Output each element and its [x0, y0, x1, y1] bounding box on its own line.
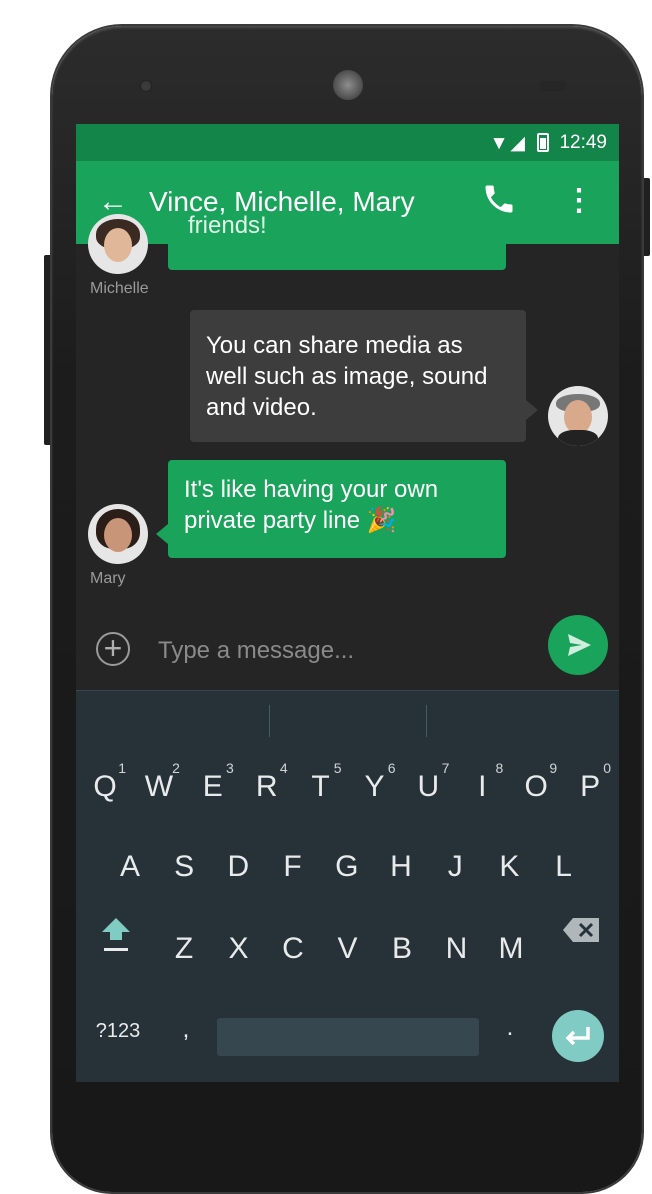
key-label: R	[255, 770, 278, 803]
volume-button	[44, 255, 52, 445]
key-label: U	[417, 770, 440, 803]
key-number-hint: 7	[441, 760, 450, 776]
key-g[interactable]: G	[323, 850, 371, 894]
key-label: P	[580, 770, 601, 803]
add-attachment-icon[interactable]: +	[96, 632, 130, 666]
key-number-hint: 8	[495, 760, 504, 776]
message-text: You can share media as well such as imag…	[206, 332, 488, 421]
key-number-hint: 2	[172, 760, 180, 776]
key-c[interactable]: C	[269, 932, 317, 976]
period-key[interactable]: .	[500, 1014, 520, 1048]
more-options-icon[interactable]: ⋮	[564, 183, 594, 218]
avatar-michelle[interactable]	[88, 214, 148, 274]
key-j[interactable]: J	[431, 850, 479, 894]
comma-key[interactable]: ,	[176, 1016, 196, 1050]
suggestion-divider	[269, 705, 270, 737]
space-bar[interactable]	[217, 1018, 479, 1056]
key-k[interactable]: K	[485, 850, 533, 894]
key-w[interactable]: W2	[134, 760, 184, 814]
key-label: O	[524, 770, 548, 803]
key-f[interactable]: F	[269, 850, 317, 894]
key-x[interactable]: X	[215, 932, 263, 976]
key-label: W	[144, 770, 174, 803]
message-bubble: It's like having your own private party …	[168, 460, 506, 558]
status-time: 12:49	[559, 132, 607, 153]
shift-indicator	[104, 948, 128, 951]
bubble-tail	[526, 400, 538, 420]
symbols-key[interactable]: ?123	[92, 1020, 144, 1054]
key-number-hint: 5	[333, 760, 342, 776]
key-number-hint: 4	[279, 760, 288, 776]
key-number-hint: 3	[226, 760, 234, 776]
message-bubble: friends!	[168, 212, 506, 270]
key-a[interactable]: A	[106, 850, 154, 894]
message-bubble: You can share media as well such as imag…	[190, 310, 526, 442]
suggestion-strip	[76, 690, 619, 749]
message-text: friends!	[188, 212, 267, 239]
key-label: I	[478, 770, 487, 803]
front-camera	[140, 80, 152, 92]
enter-key[interactable]	[552, 1010, 604, 1062]
key-number-hint: 1	[118, 760, 126, 776]
key-number-hint: 0	[603, 760, 612, 776]
avatar-mary[interactable]	[88, 504, 148, 564]
key-r[interactable]: R4	[242, 760, 292, 814]
proximity-sensor	[540, 81, 566, 91]
sender-label: Mary	[90, 570, 126, 587]
key-label: Y	[364, 770, 385, 803]
key-z[interactable]: Z	[160, 932, 208, 976]
power-button	[642, 178, 650, 256]
key-i[interactable]: I8	[457, 760, 507, 814]
enter-icon	[565, 1027, 590, 1046]
key-t[interactable]: T5	[296, 760, 346, 814]
sender-label: Michelle	[90, 280, 149, 297]
key-m[interactable]: M	[487, 932, 535, 976]
send-button[interactable]	[548, 615, 608, 675]
key-n[interactable]: N	[433, 932, 481, 976]
key-o[interactable]: O9	[511, 760, 561, 814]
key-s[interactable]: S	[160, 850, 208, 894]
earpiece-speaker	[333, 70, 363, 100]
message-input[interactable]	[156, 630, 530, 672]
phone-screen: ▼◢ 12:49 ← Vince, Michelle, Mary ⋮ Miche…	[76, 124, 619, 1082]
key-y[interactable]: Y6	[350, 760, 400, 814]
key-number-hint: 6	[387, 760, 396, 776]
status-bar: ▼◢ 12:49	[76, 124, 619, 161]
key-v[interactable]: V	[324, 932, 372, 976]
soft-keyboard: Q1W2E3R4T5Y6U7I8O9P0 ASDFGHJKL ZXCVBNM ?…	[76, 690, 619, 1082]
key-h[interactable]: H	[377, 850, 425, 894]
key-d[interactable]: D	[214, 850, 262, 894]
bubble-tail	[156, 524, 168, 544]
key-number-hint: 9	[549, 760, 558, 776]
shift-key[interactable]	[98, 912, 134, 948]
key-p[interactable]: P0	[565, 760, 615, 814]
key-e[interactable]: E3	[188, 760, 238, 814]
backspace-icon	[563, 918, 599, 942]
battery-icon	[537, 133, 549, 152]
avatar-vince[interactable]	[548, 386, 608, 446]
key-label: T	[311, 770, 330, 803]
key-q[interactable]: Q1	[80, 760, 130, 814]
key-label: E	[202, 770, 223, 803]
send-icon	[568, 634, 591, 656]
key-u[interactable]: U7	[403, 760, 453, 814]
key-l[interactable]: L	[540, 850, 588, 894]
signal-icons: ▼◢	[489, 133, 527, 154]
phone-icon[interactable]	[481, 179, 517, 219]
key-label: Q	[93, 770, 117, 803]
shift-icon	[102, 918, 130, 940]
suggestion-divider	[426, 705, 427, 737]
backspace-key[interactable]	[561, 916, 601, 944]
message-text: It's like having your own private party …	[184, 476, 439, 534]
key-b[interactable]: B	[378, 932, 426, 976]
message-composer: +	[76, 612, 619, 690]
